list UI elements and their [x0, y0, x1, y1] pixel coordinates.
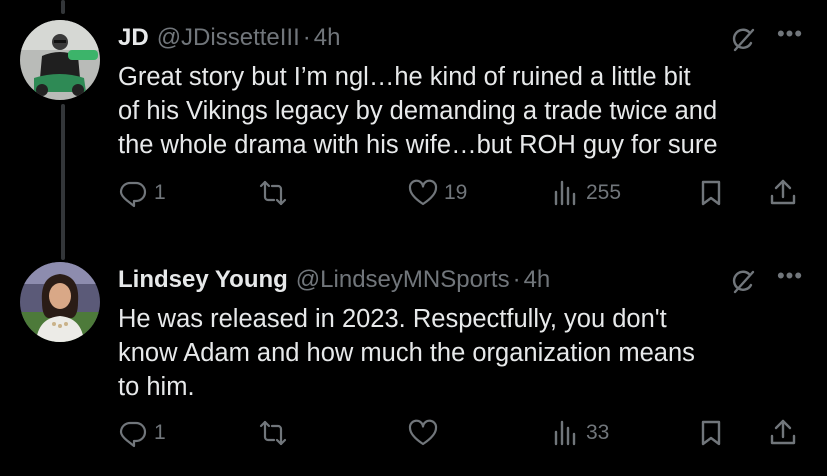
- bookmark-button[interactable]: [696, 178, 726, 208]
- reply-icon: [118, 178, 148, 208]
- action-bar: 1 19 255: [118, 178, 808, 212]
- timestamp[interactable]: 4h: [524, 266, 551, 294]
- tweet-text: He was released in 2023. Respectfully, y…: [118, 302, 808, 404]
- reply-count: 1: [154, 421, 166, 444]
- views-icon: [550, 418, 580, 448]
- tweet-text-line: the whole drama with his wife…but ROH gu…: [118, 131, 718, 159]
- retweet-button[interactable]: [258, 418, 294, 448]
- tweet-header: Lindsey Young @LindseyMNSports · 4h: [118, 266, 550, 296]
- bookmark-button[interactable]: [696, 418, 726, 448]
- display-name[interactable]: Lindsey Young: [118, 266, 288, 294]
- tweet-text-line: of his Vikings legacy by demanding a tra…: [118, 97, 718, 125]
- share-icon: [768, 418, 798, 448]
- timestamp[interactable]: 4h: [314, 24, 341, 52]
- avatar[interactable]: [20, 20, 100, 100]
- tweet-text-line: know Adam and how much the organization …: [118, 339, 695, 367]
- heart-icon: [408, 418, 438, 448]
- tweet-text: Great story but I’m ngl…he kind of ruine…: [118, 60, 808, 162]
- tweet-text-line: He was released in 2023. Respectfully, y…: [118, 305, 667, 333]
- heart-icon: [408, 178, 438, 208]
- retweet-icon: [258, 178, 288, 208]
- thread-connector: [61, 104, 65, 260]
- separator: ·: [302, 24, 311, 51]
- share-button[interactable]: [768, 418, 798, 448]
- tweet-header: JD @JDissetteIII · 4h: [118, 24, 340, 54]
- like-button[interactable]: [408, 418, 444, 448]
- views-count: 33: [586, 421, 610, 444]
- display-name[interactable]: JD: [118, 24, 149, 52]
- bookmark-icon: [696, 418, 726, 448]
- separator: ·: [512, 266, 521, 293]
- like-button[interactable]: 19: [408, 178, 467, 208]
- retweet-icon: [258, 418, 288, 448]
- username[interactable]: @LindseyMNSports: [296, 266, 510, 294]
- grok-icon[interactable]: [729, 26, 757, 54]
- action-bar: 1 33: [118, 418, 808, 452]
- views-icon: [550, 178, 580, 208]
- username[interactable]: @JDissetteIII: [157, 24, 300, 52]
- reply-button[interactable]: 1: [118, 178, 166, 208]
- reply-icon: [118, 418, 148, 448]
- more-icon[interactable]: •••: [775, 23, 805, 52]
- reply-button[interactable]: 1: [118, 418, 166, 448]
- bookmark-icon: [696, 178, 726, 208]
- thread-connector-top: [61, 0, 65, 14]
- tweet-text-line: Great story but I’m ngl…he kind of ruine…: [118, 63, 691, 91]
- more-icon[interactable]: •••: [775, 265, 805, 294]
- like-count: 19: [444, 181, 468, 204]
- grok-icon[interactable]: [729, 268, 757, 296]
- views-count: 255: [586, 181, 622, 204]
- tweet-text-line: to him.: [118, 373, 195, 401]
- share-button[interactable]: [768, 178, 798, 208]
- views-button[interactable]: 33: [550, 418, 609, 448]
- reply-count: 1: [154, 181, 166, 204]
- share-icon: [768, 178, 798, 208]
- retweet-button[interactable]: [258, 178, 294, 208]
- avatar[interactable]: [20, 262, 100, 342]
- views-button[interactable]: 255: [550, 178, 621, 208]
